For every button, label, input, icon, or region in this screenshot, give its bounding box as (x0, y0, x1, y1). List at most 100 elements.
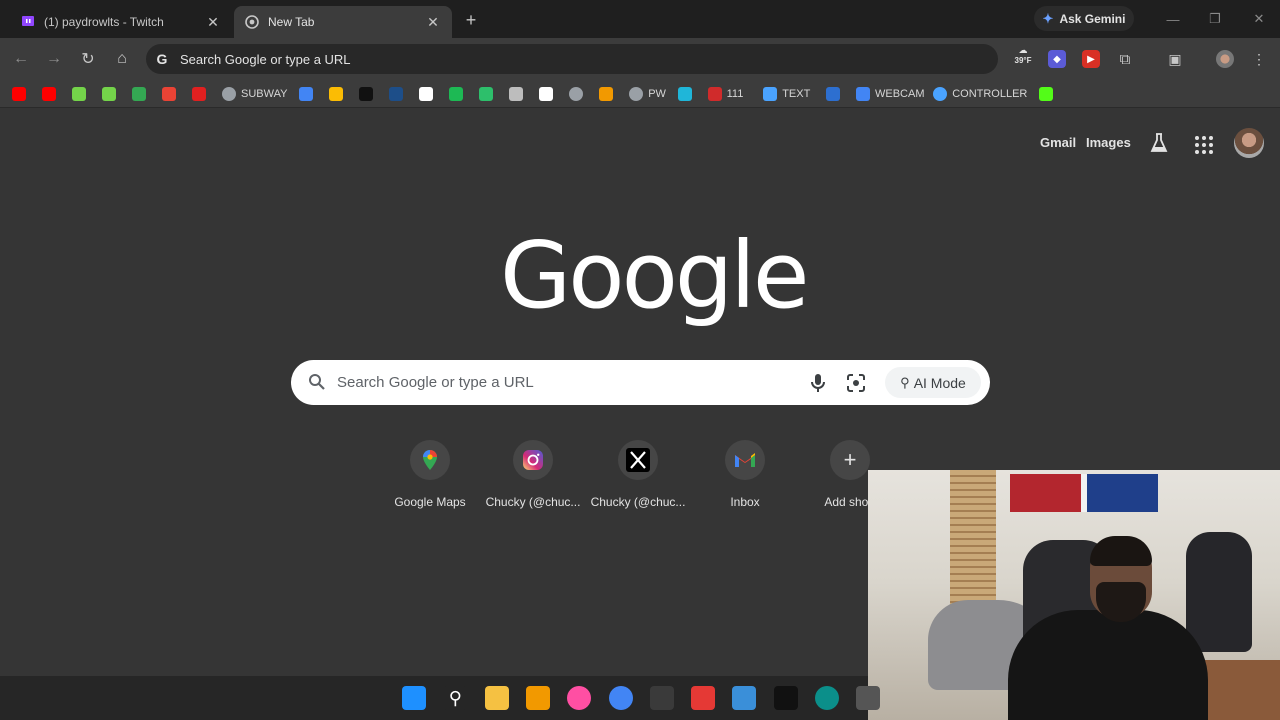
bookmark-item[interactable] (1039, 86, 1054, 102)
reload-icon[interactable]: ↻ (76, 47, 100, 71)
bookmark-item[interactable] (479, 86, 494, 102)
search-icon (308, 373, 326, 391)
bookmark-item[interactable]: WEBCAM (856, 86, 925, 102)
globe-icon (569, 87, 584, 101)
address-bar-text: Search Google or type a URL (180, 51, 351, 67)
h-icon (826, 87, 840, 101)
itunes-icon[interactable] (567, 686, 592, 710)
menu-kebab-icon[interactable]: ⋮ (1250, 50, 1268, 68)
shortcut-label: Chucky (@chuc... (590, 495, 686, 509)
back-icon[interactable]: ← (9, 47, 33, 71)
microphone-icon[interactable] (808, 372, 828, 394)
bookmark-item[interactable] (569, 86, 584, 102)
bookmark-item[interactable] (12, 86, 26, 102)
fl-studio-icon[interactable] (525, 686, 550, 710)
close-window-icon[interactable]: ✕ (1248, 8, 1270, 30)
tab-strip: (1) paydrowlts - Twitch ✕ New Tab ✕ + ✦ … (0, 0, 1280, 38)
gaming-chair (1186, 532, 1252, 652)
extension-shield-icon[interactable]: ◆ (1048, 50, 1066, 68)
bookmark-item[interactable] (102, 86, 116, 102)
new-tab-button[interactable]: + (460, 9, 482, 31)
bookmark-item[interactable] (72, 86, 86, 102)
bookmark-item[interactable]: SUBWAY (222, 86, 287, 102)
shortcut-google-maps[interactable]: Google Maps (377, 440, 483, 509)
bookmark-label: PW (648, 88, 666, 100)
bookmark-item[interactable] (539, 86, 554, 102)
google-apps-icon[interactable] (1195, 136, 1213, 154)
minimize-icon[interactable]: — (1162, 8, 1184, 30)
bookmark-item[interactable]: TEXT (763, 86, 810, 102)
bookmark-item[interactable] (419, 86, 434, 102)
tab-search-icon[interactable]: ▣ (1166, 50, 1184, 68)
gemini-icon: ✦ (1042, 10, 1054, 26)
file-explorer-icon[interactable] (484, 686, 509, 710)
doc-icon (419, 87, 434, 101)
bookmark-item[interactable] (299, 86, 314, 102)
address-bar[interactable]: G Search Google or type a URL (146, 44, 998, 74)
bookmark-item[interactable] (599, 86, 614, 102)
rumble-icon (102, 87, 116, 101)
extensions-puzzle-icon[interactable]: ⧉ (1116, 50, 1134, 68)
obs-icon[interactable] (815, 686, 839, 710)
search-icon[interactable]: ⚲ (443, 686, 468, 710)
shortcut-instagram[interactable]: Chucky (@chuc... (480, 440, 586, 509)
ask-gemini-label: Ask Gemini (1059, 11, 1126, 26)
shortcut-inbox[interactable]: Inbox (692, 440, 798, 509)
bookmark-item[interactable] (449, 86, 464, 102)
bookmark-item[interactable] (389, 86, 404, 102)
photos-icon[interactable] (732, 686, 757, 710)
google-logo: Google (500, 222, 809, 329)
close-tab-icon[interactable]: ✕ (204, 13, 222, 31)
bookmark-item[interactable]: 111 (707, 86, 743, 102)
tab-new-tab[interactable]: New Tab ✕ (234, 6, 452, 38)
t-icon (763, 87, 778, 101)
fanatics-icon (192, 87, 206, 101)
bookmark-item[interactable] (162, 86, 176, 102)
davinci-icon[interactable] (649, 686, 674, 710)
images-link[interactable]: Images (1086, 135, 1131, 150)
maps-icon (132, 87, 146, 101)
bookmark-item[interactable] (509, 86, 524, 102)
bookmark-item[interactable] (192, 86, 206, 102)
bookmark-item[interactable]: CONTROLLER (933, 86, 1027, 102)
flag (1010, 474, 1158, 512)
forward-icon[interactable]: → (42, 47, 66, 71)
labs-flask-icon[interactable] (1150, 133, 1168, 153)
ask-gemini-button[interactable]: ✦ Ask Gemini (1034, 6, 1134, 31)
windows-start-icon[interactable] (402, 686, 426, 710)
google-lens-icon[interactable] (846, 373, 866, 393)
skate-icon[interactable] (773, 686, 798, 710)
chrome-icon[interactable] (608, 686, 633, 710)
bookmark-item[interactable] (359, 86, 374, 102)
bookmark-item[interactable] (42, 86, 56, 102)
close-tab-icon[interactable]: ✕ (424, 13, 442, 31)
restore-icon[interactable]: ❐ (1204, 8, 1226, 30)
extension-video-icon[interactable]: ▶ (1082, 50, 1100, 68)
shortcut-x[interactable]: Chucky (@chuc... (585, 440, 691, 509)
clock-icon[interactable] (856, 686, 881, 710)
ai-mode-button[interactable]: ⚲ AI Mode (885, 367, 981, 398)
x-logo-icon (618, 440, 658, 480)
speed-icon[interactable] (691, 686, 716, 710)
bookmark-item[interactable] (329, 86, 344, 102)
window-icon (509, 87, 524, 101)
tab-twitch[interactable]: (1) paydrowlts - Twitch ✕ (10, 6, 232, 38)
gmail-link[interactable]: Gmail (1040, 135, 1076, 150)
spotify-icon (449, 87, 464, 101)
bookmark-item[interactable] (677, 86, 692, 102)
instagram-icon (513, 440, 553, 480)
profile-avatar-icon[interactable] (1216, 50, 1234, 68)
home-icon[interactable]: ⌂ (110, 47, 134, 71)
tab-title: (1) paydrowlts - Twitch (44, 15, 164, 29)
bookmark-item[interactable] (132, 86, 146, 102)
webcam-feed (868, 470, 1280, 720)
search-box[interactable]: Search Google or type a URL ⚲ AI Mode (291, 360, 990, 405)
person-hair (1090, 536, 1152, 566)
weather-icon[interactable]: ☁ 39°F (1012, 45, 1034, 65)
bookmark-label: TEXT (782, 88, 811, 100)
gmail-icon (725, 440, 765, 480)
account-avatar[interactable] (1234, 128, 1264, 158)
bookmark-item[interactable]: PW (629, 86, 666, 102)
bookmark-label: CONTROLLER (952, 88, 1028, 100)
bookmark-item[interactable] (826, 86, 840, 102)
